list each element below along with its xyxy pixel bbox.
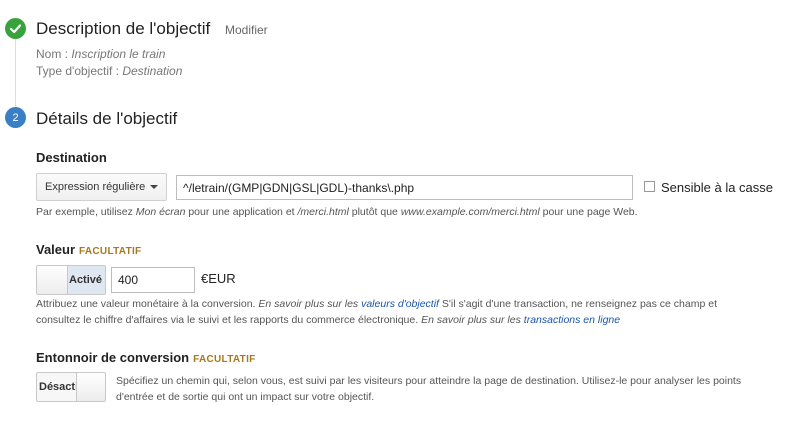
chevron-down-icon [150,185,158,189]
funnel-help: Spécifiez un chemin qui, selon vous, est… [116,375,742,403]
destination-label: Destination [36,150,107,165]
value-input[interactable] [111,267,195,293]
value-toggle[interactable]: Activé [36,265,106,295]
destination-input[interactable] [176,175,633,200]
step-complete-check-icon [5,18,26,39]
step-title: Détails de l'objectif [36,109,178,128]
goal-name: Nom : Inscription le train [36,47,166,61]
currency-label: €EUR [201,271,236,286]
step-connector [15,36,16,106]
case-sensitive-checkbox[interactable] [644,181,655,192]
funnel-toggle[interactable]: Désacti [36,372,106,402]
goal-values-link[interactable]: valeurs d'objectif [361,298,439,310]
toggle-knob [37,266,68,294]
toggle-label: Activé [69,274,103,286]
match-type-select[interactable]: Expression régulière [36,173,167,201]
step-title: Description de l'objectif [36,19,211,38]
edit-link[interactable]: Modifier [225,23,268,37]
case-sensitive-label: Sensible à la casse [661,180,774,195]
toggle-label: Désacti [39,381,79,393]
destination-help: Par exemple, utilisez Mon écran pour une… [36,206,638,218]
funnel-label: Entonnoir de conversion FACULTATIF [36,350,256,365]
online-transactions-link[interactable]: transactions en ligne [524,314,620,326]
goal-type: Type d'objectif : Destination [36,64,183,78]
value-label: Valeur FACULTATIF [36,242,142,257]
value-help: Attribuez une valeur monétaire à la conv… [36,298,717,326]
toggle-knob [76,373,105,401]
step-number-badge: 2 [5,107,26,128]
